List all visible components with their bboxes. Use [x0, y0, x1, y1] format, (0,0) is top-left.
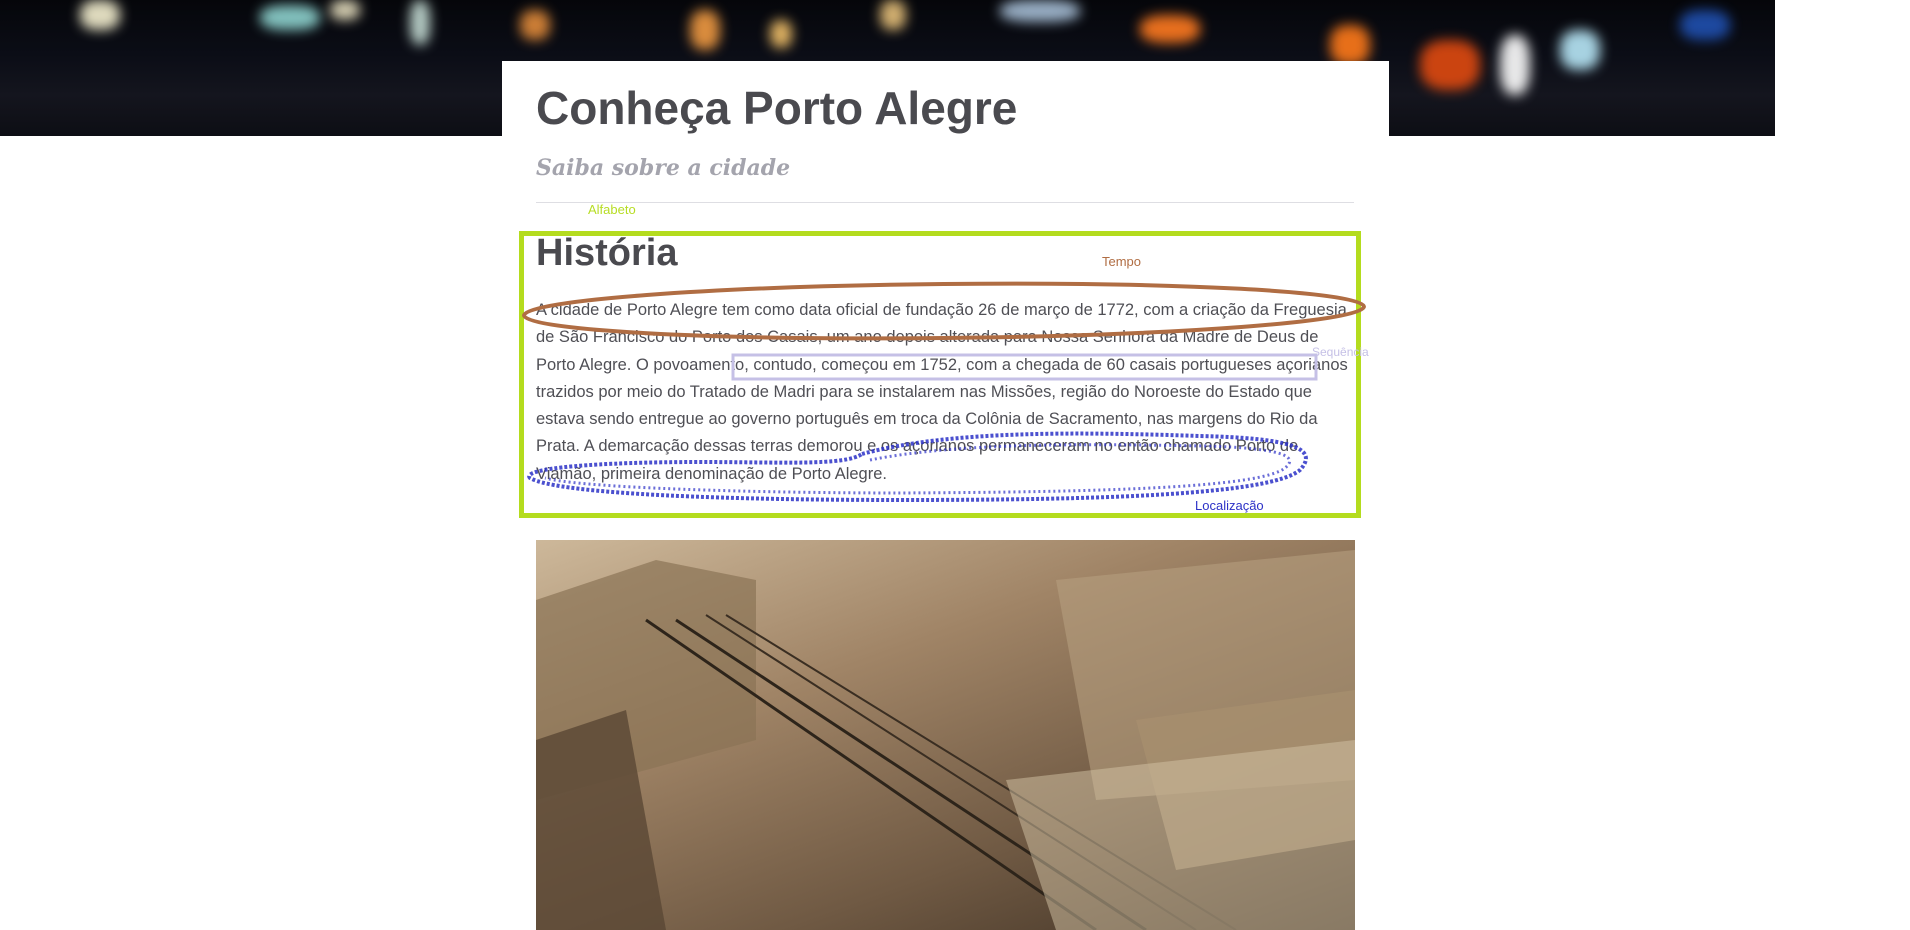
history-paragraph: A cidade de Porto Alegre tem como data o…	[536, 301, 1348, 483]
site-subtitle: Saiba sobre a cidade	[536, 155, 791, 181]
historic-photo-sketch	[536, 550, 1355, 930]
annotation-tempo: Tempo	[1102, 254, 1142, 269]
header-divider	[536, 202, 1354, 203]
section-heading: História	[536, 232, 678, 274]
annotation-alfabeto: Alfabeto	[588, 202, 636, 217]
annotation-localizacao: Localização	[1195, 498, 1264, 513]
site-title[interactable]: Conheça Porto Alegre	[536, 81, 1017, 135]
historic-photo	[536, 540, 1355, 930]
